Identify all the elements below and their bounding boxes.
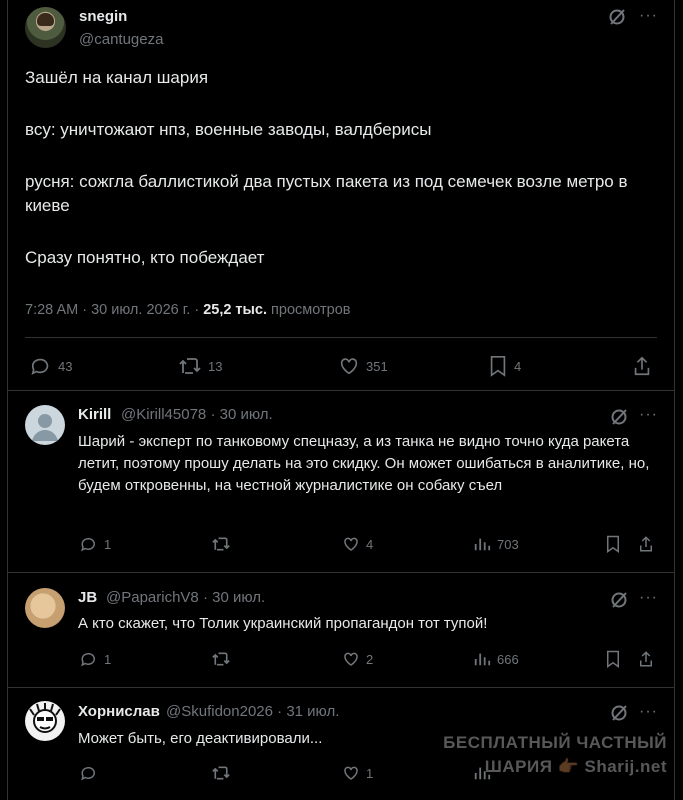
avatar-snegin[interactable] — [25, 7, 66, 48]
retweet-icon — [212, 652, 230, 666]
like-button[interactable]: 4 — [342, 535, 373, 553]
like-button[interactable]: 1 — [342, 764, 373, 782]
reply-author-handle[interactable]: @Kirill45078 · 30 июл. — [121, 406, 273, 423]
reply-author-name[interactable]: Хорнислав — [78, 703, 160, 720]
bookmark-button[interactable] — [605, 535, 621, 553]
bookmark-button[interactable]: 4 — [488, 355, 521, 377]
more-icon[interactable]: ··· — [639, 589, 658, 607]
retweet-icon — [179, 358, 201, 374]
retweet-button[interactable] — [211, 764, 231, 782]
like-icon — [344, 652, 358, 666]
bookmark-icon — [607, 650, 619, 668]
reply-author-name[interactable]: Kirill — [78, 406, 111, 423]
author-name[interactable]: snegin — [79, 8, 127, 25]
like-button[interactable]: 2 — [342, 650, 373, 668]
grok-icon[interactable] — [607, 7, 627, 27]
reply-author-name[interactable]: JB — [78, 589, 97, 606]
retweet-button[interactable] — [211, 535, 231, 553]
views-icon — [474, 653, 491, 666]
view-label: просмотров — [271, 302, 351, 318]
reply-text: Шарий - эксперт по танковому спецназу, а… — [78, 433, 650, 494]
grok-icon[interactable] — [609, 407, 629, 427]
divider — [8, 687, 674, 688]
like-button[interactable]: 351 — [338, 355, 388, 377]
share-icon — [634, 356, 650, 376]
cartoon-avatar-icon — [29, 703, 61, 733]
tweet-paragraph-2: всу: уничтожают нпз, военные заводы, вал… — [25, 120, 432, 139]
reply-icon — [81, 537, 95, 552]
default-avatar-icon — [32, 414, 58, 441]
bookmark-button[interactable] — [605, 650, 621, 668]
avatar-hornislav[interactable] — [25, 701, 65, 741]
reply-date[interactable]: 31 июл. — [286, 703, 339, 720]
reply-text: А кто скажет, что Толик украинский пропа… — [78, 615, 488, 632]
tweet-paragraph-4: Сразу понятно, кто побеждает — [25, 248, 265, 267]
views-button[interactable]: 703 — [473, 535, 519, 553]
reply-author-handle[interactable]: @Skufidon2026 · 31 июл. — [166, 703, 339, 720]
bookmark-icon — [607, 535, 619, 553]
retweet-button[interactable]: 13 — [178, 355, 222, 377]
divider — [8, 390, 674, 391]
like-icon — [340, 358, 358, 375]
reply-icon — [81, 652, 95, 667]
more-icon[interactable]: ··· — [639, 406, 658, 424]
tweet-meta: 7:28 AM · 30 июл. 2026 г. · 25,2 тыс. пр… — [25, 302, 351, 318]
tweet-text: Зашёл на канал шария всу: уничтожают нпз… — [25, 66, 645, 298]
tweet-paragraph-3: русня: сожгла баллистикой два пустых пак… — [25, 172, 628, 215]
tweet-date[interactable]: 30 июл. 2026 г. — [91, 302, 190, 318]
more-icon[interactable]: ··· — [639, 7, 658, 25]
grok-icon[interactable] — [609, 590, 629, 610]
more-icon[interactable]: ··· — [639, 703, 658, 721]
like-icon — [344, 766, 358, 780]
share-button[interactable] — [632, 355, 652, 377]
views-icon — [474, 538, 491, 551]
reply-button[interactable] — [80, 764, 98, 782]
reply-icon — [31, 358, 49, 375]
tweet-paragraph-1: Зашёл на канал шария — [25, 68, 209, 87]
share-button[interactable] — [638, 650, 654, 668]
view-count: 25,2 тыс. — [203, 302, 268, 318]
like-icon — [344, 537, 358, 551]
reply-date[interactable]: 30 июл. — [212, 589, 265, 606]
reply-date[interactable]: 30 июл. — [220, 406, 273, 423]
timeline-frame: snegin @cantugeza ··· Зашёл на канал шар… — [7, 0, 675, 800]
divider — [25, 337, 657, 338]
reply-button[interactable]: 1 — [80, 535, 111, 553]
author-handle[interactable]: @cantugeza — [79, 31, 163, 48]
views-button[interactable]: 666 — [473, 650, 519, 668]
divider — [8, 572, 674, 573]
reply-button[interactable]: 43 — [30, 355, 72, 377]
bookmark-icon — [490, 356, 506, 377]
watermark: БЕСПЛАТНЫЙ ЧАСТНЫЙ ШАРИЯ 👉🏾 Sharij.net — [443, 731, 667, 779]
share-button[interactable] — [638, 535, 654, 553]
grok-icon[interactable] — [609, 703, 629, 723]
avatar-kirill[interactable] — [25, 405, 65, 445]
retweet-icon — [212, 766, 230, 780]
tweet-time[interactable]: 7:28 AM — [25, 302, 78, 318]
avatar-jb[interactable] — [25, 588, 65, 628]
reply-button[interactable]: 1 — [80, 650, 111, 668]
share-icon — [640, 651, 652, 667]
watermark-line-1: БЕСПЛАТНЫЙ ЧАСТНЫЙ — [443, 733, 667, 752]
watermark-line-2: ШАРИЯ 👉🏾 Sharij.net — [484, 757, 667, 776]
retweet-button[interactable] — [211, 650, 231, 668]
retweet-icon — [212, 537, 230, 551]
reply-author-handle[interactable]: @PaparichV8 · 30 июл. — [106, 589, 265, 606]
share-icon — [640, 536, 652, 552]
reply-icon — [81, 766, 95, 781]
